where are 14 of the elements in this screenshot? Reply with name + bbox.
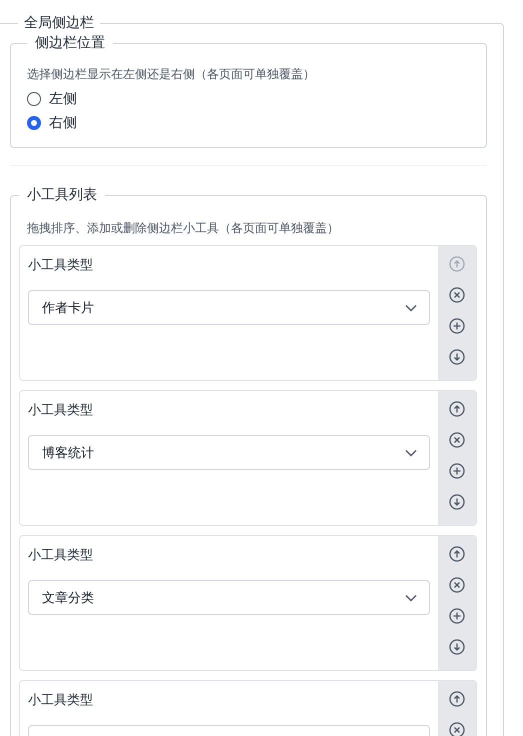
radio-option[interactable]: 左侧	[27, 87, 470, 111]
widget-type-select[interactable]: 博客统计	[28, 435, 430, 470]
field-label: 小工具类型	[28, 692, 94, 709]
section-title: 全局侧边栏	[23, 14, 95, 32]
group-title: 小工具列表	[26, 186, 98, 204]
group-title: 侧边栏位置	[34, 34, 106, 52]
description: 选择侧边栏显示在左侧还是右侧（各页面可单独覆盖）	[27, 66, 316, 83]
field-label: 小工具类型	[28, 402, 94, 419]
field-label: 小工具类型	[28, 547, 94, 564]
field-label: 小工具类型	[28, 257, 94, 274]
radio-option[interactable]: 右侧	[27, 111, 470, 135]
description: 拖拽排序、添加或删除侧边栏小工具（各页面可单独覆盖）	[27, 220, 340, 237]
widget-type-select[interactable]: 文章分类	[28, 580, 430, 615]
widget-type-select[interactable]: 作者卡片	[28, 290, 430, 325]
